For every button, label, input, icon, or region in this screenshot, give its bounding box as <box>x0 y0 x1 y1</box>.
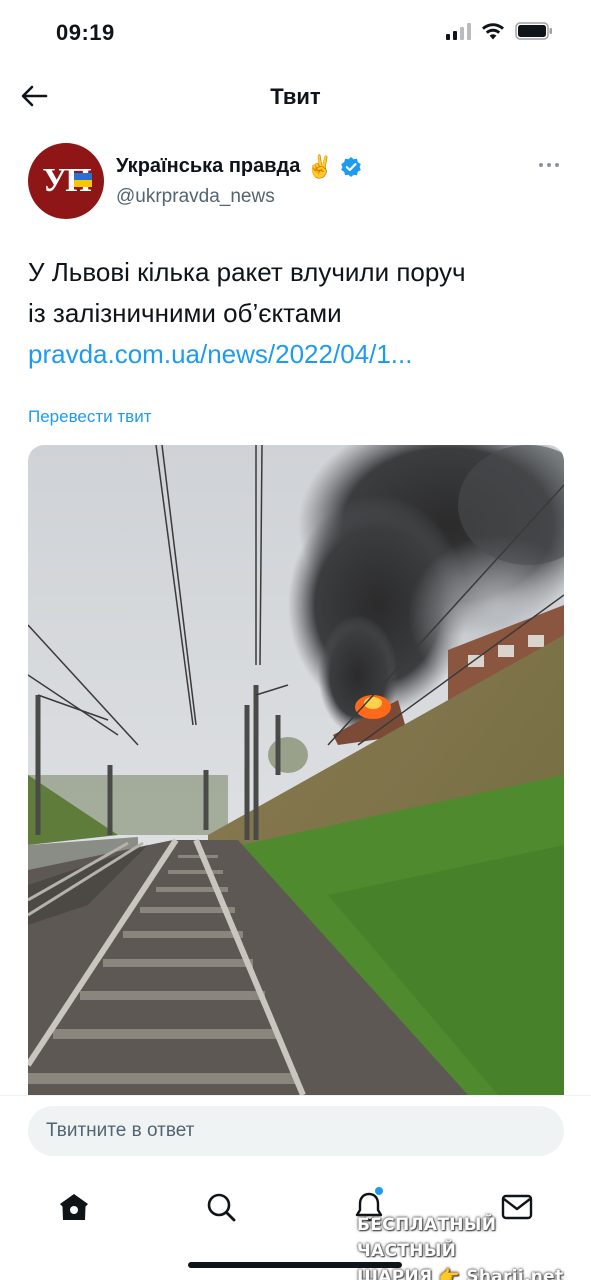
page-title: Твит <box>270 84 321 109</box>
verified-badge-icon <box>340 156 361 177</box>
home-icon <box>60 1194 88 1220</box>
tweet-link[interactable]: pravda.com.ua/news/2022/04/1... <box>28 334 568 375</box>
watermark-line-1: БЕСПЛАТНЫЙ ЧАСТНЫЙ <box>357 1215 497 1261</box>
home-indicator[interactable] <box>188 1262 402 1268</box>
search-icon <box>207 1193 236 1222</box>
notification-badge <box>375 1187 383 1195</box>
tweet-text: У Львові кілька ракет влучили поруч із з… <box>28 252 568 375</box>
railway-fire-photo <box>28 445 564 1095</box>
victory-hand-emoji: ✌️ <box>306 153 334 179</box>
watermark: БЕСПЛАТНЫЙ ЧАСТНЫЙ ШАРИЯ 👉 Sharij.net <box>357 1212 579 1280</box>
tab-home[interactable] <box>50 1183 98 1231</box>
wifi-icon <box>482 23 504 40</box>
reply-bar <box>0 1095 591 1175</box>
status-time: 09:19 <box>56 20 115 45</box>
tweet-photo[interactable] <box>28 445 564 1095</box>
top-bar: Твит <box>0 66 591 126</box>
status-bar: 09:19 <box>0 0 591 66</box>
status-icons <box>446 22 553 40</box>
avatar[interactable]: УП <box>28 143 104 219</box>
tweet-text-line-1: У Львові кілька ракет влучили поруч <box>28 257 466 287</box>
cellular-signal-icon <box>446 22 471 40</box>
tweet-text-line-2: із залізничними об’єктами <box>28 298 342 328</box>
tab-search[interactable] <box>197 1183 245 1231</box>
author-handle[interactable]: @ukrpravda_news <box>116 186 275 208</box>
author-name-row: Українська правда ✌️ <box>116 155 362 178</box>
reply-input[interactable] <box>28 1106 564 1156</box>
tweet-author: УП Українська правда ✌️ @ukrpravda_news <box>28 143 568 223</box>
author-name[interactable]: Українська правда <box>116 155 300 178</box>
battery-icon <box>515 22 552 40</box>
more-options-button[interactable] <box>534 155 564 175</box>
ukraine-flag-icon <box>74 173 92 187</box>
translate-tweet-link[interactable]: Перевести твит <box>28 407 151 427</box>
